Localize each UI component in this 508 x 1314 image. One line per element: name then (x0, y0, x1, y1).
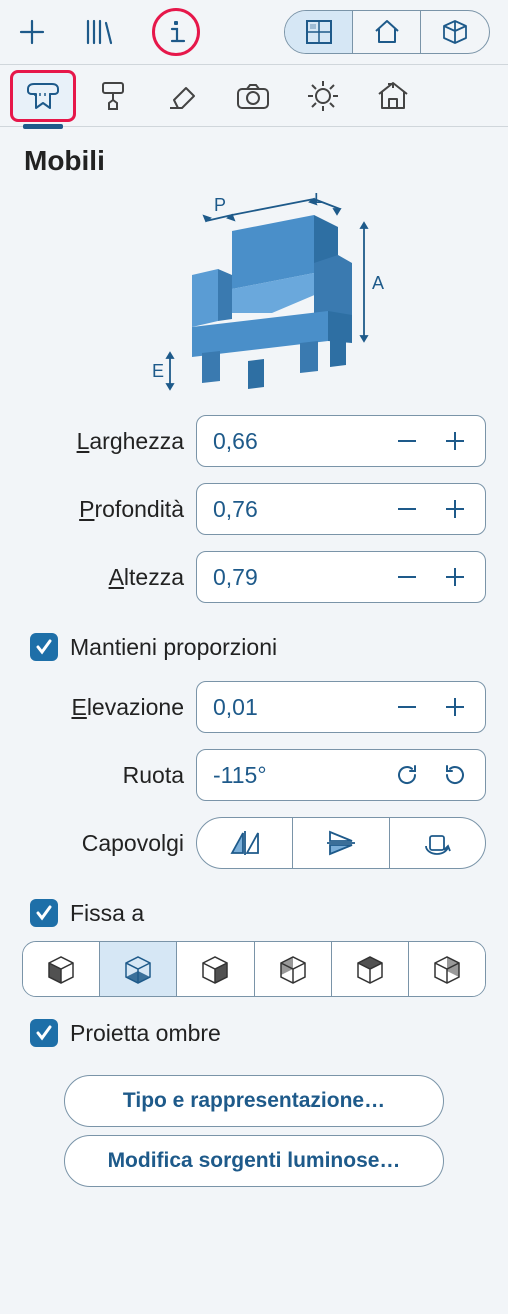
view-mode-group (284, 10, 490, 54)
height-row: Altezza 0,79 (22, 551, 486, 603)
furniture-diagram: P L A E (0, 187, 508, 415)
top-toolbar (0, 0, 508, 65)
pin-face-right[interactable] (177, 942, 254, 996)
width-row: Larghezza 0,66 (22, 415, 486, 467)
view-3d-button[interactable] (421, 11, 489, 53)
panel-title: Mobili (0, 127, 508, 187)
pin-face-back-left[interactable] (255, 942, 332, 996)
depth-increment[interactable] (431, 484, 479, 534)
top-toolbar-left (18, 8, 200, 56)
cast-shadows-label: Proietta ombre (70, 1020, 221, 1047)
width-increment[interactable] (431, 416, 479, 466)
pin-face-bottom[interactable] (100, 942, 177, 996)
cast-shadows-checkbox[interactable] (30, 1019, 58, 1047)
light-tool-button[interactable] (290, 70, 356, 122)
pin-face-top[interactable] (332, 942, 409, 996)
height-label: Altezza (22, 564, 196, 591)
height-value[interactable]: 0,79 (213, 564, 383, 591)
rotate-cw-button[interactable] (383, 750, 431, 800)
elevation-input[interactable]: 0,01 (196, 681, 486, 733)
flip-label: Capovolgi (22, 830, 196, 857)
elevation-value[interactable]: 0,01 (213, 694, 383, 721)
view-home-button[interactable] (353, 11, 421, 53)
diagram-width-label: L (314, 193, 324, 207)
height-decrement[interactable] (383, 552, 431, 602)
info-icon[interactable] (152, 8, 200, 56)
width-input[interactable]: 0,66 (196, 415, 486, 467)
depth-decrement[interactable] (383, 484, 431, 534)
flip-group (196, 817, 486, 869)
rotate-value[interactable]: -115° (213, 762, 383, 789)
library-icon[interactable] (84, 18, 114, 46)
pin-to-row[interactable]: Fissa a (22, 885, 486, 937)
depth-label: Profondità (22, 496, 196, 523)
flip-row: Capovolgi (22, 817, 486, 869)
depth-input[interactable]: 0,76 (196, 483, 486, 535)
measure-tool-button[interactable] (10, 70, 76, 122)
pin-face-back-right[interactable] (409, 942, 485, 996)
flip-vertical-button[interactable] (293, 818, 389, 868)
paint-tool-button[interactable] (80, 70, 146, 122)
depth-value[interactable]: 0,76 (213, 496, 383, 523)
depth-row: Profondità 0,76 (22, 483, 486, 535)
height-increment[interactable] (431, 552, 479, 602)
rotate-label: Ruota (22, 762, 196, 789)
width-label: Larghezza (22, 428, 196, 455)
pin-to-checkbox[interactable] (30, 899, 58, 927)
house-tool-button[interactable] (360, 70, 426, 122)
keep-proportions-row[interactable]: Mantieni proporzioni (22, 619, 486, 681)
rotate-input[interactable]: -115° (196, 749, 486, 801)
keep-proportions-checkbox[interactable] (30, 633, 58, 661)
tool-toolbar (0, 65, 508, 127)
diagram-height-label: A (372, 273, 384, 293)
height-input[interactable]: 0,79 (196, 551, 486, 603)
elevation-row: Elevazione 0,01 (22, 681, 486, 733)
cast-shadows-row[interactable]: Proietta ombre (22, 1005, 486, 1067)
eraser-tool-button[interactable] (150, 70, 216, 122)
pin-face-group (22, 941, 486, 997)
type-display-button[interactable]: Tipo e rappresentazione… (64, 1075, 444, 1127)
width-decrement[interactable] (383, 416, 431, 466)
light-sources-button[interactable]: Modifica sorgenti luminose… (64, 1135, 444, 1187)
elevation-label: Elevazione (22, 694, 196, 721)
flip-horizontal-button[interactable] (197, 818, 293, 868)
camera-tool-button[interactable] (220, 70, 286, 122)
diagram-depth-label: P (214, 195, 226, 215)
rotate-row: Ruota -115° (22, 749, 486, 801)
keep-proportions-label: Mantieni proporzioni (70, 634, 277, 661)
pin-face-left[interactable] (23, 942, 100, 996)
rotate-ccw-button[interactable] (431, 750, 479, 800)
add-icon[interactable] (18, 18, 46, 46)
view-2d-button[interactable] (285, 11, 353, 53)
flip-rotate-button[interactable] (390, 818, 485, 868)
elevation-decrement[interactable] (383, 682, 431, 732)
diagram-elev-label: E (152, 361, 164, 381)
pin-to-label: Fissa a (70, 900, 144, 927)
elevation-increment[interactable] (431, 682, 479, 732)
width-value[interactable]: 0,66 (213, 428, 383, 455)
